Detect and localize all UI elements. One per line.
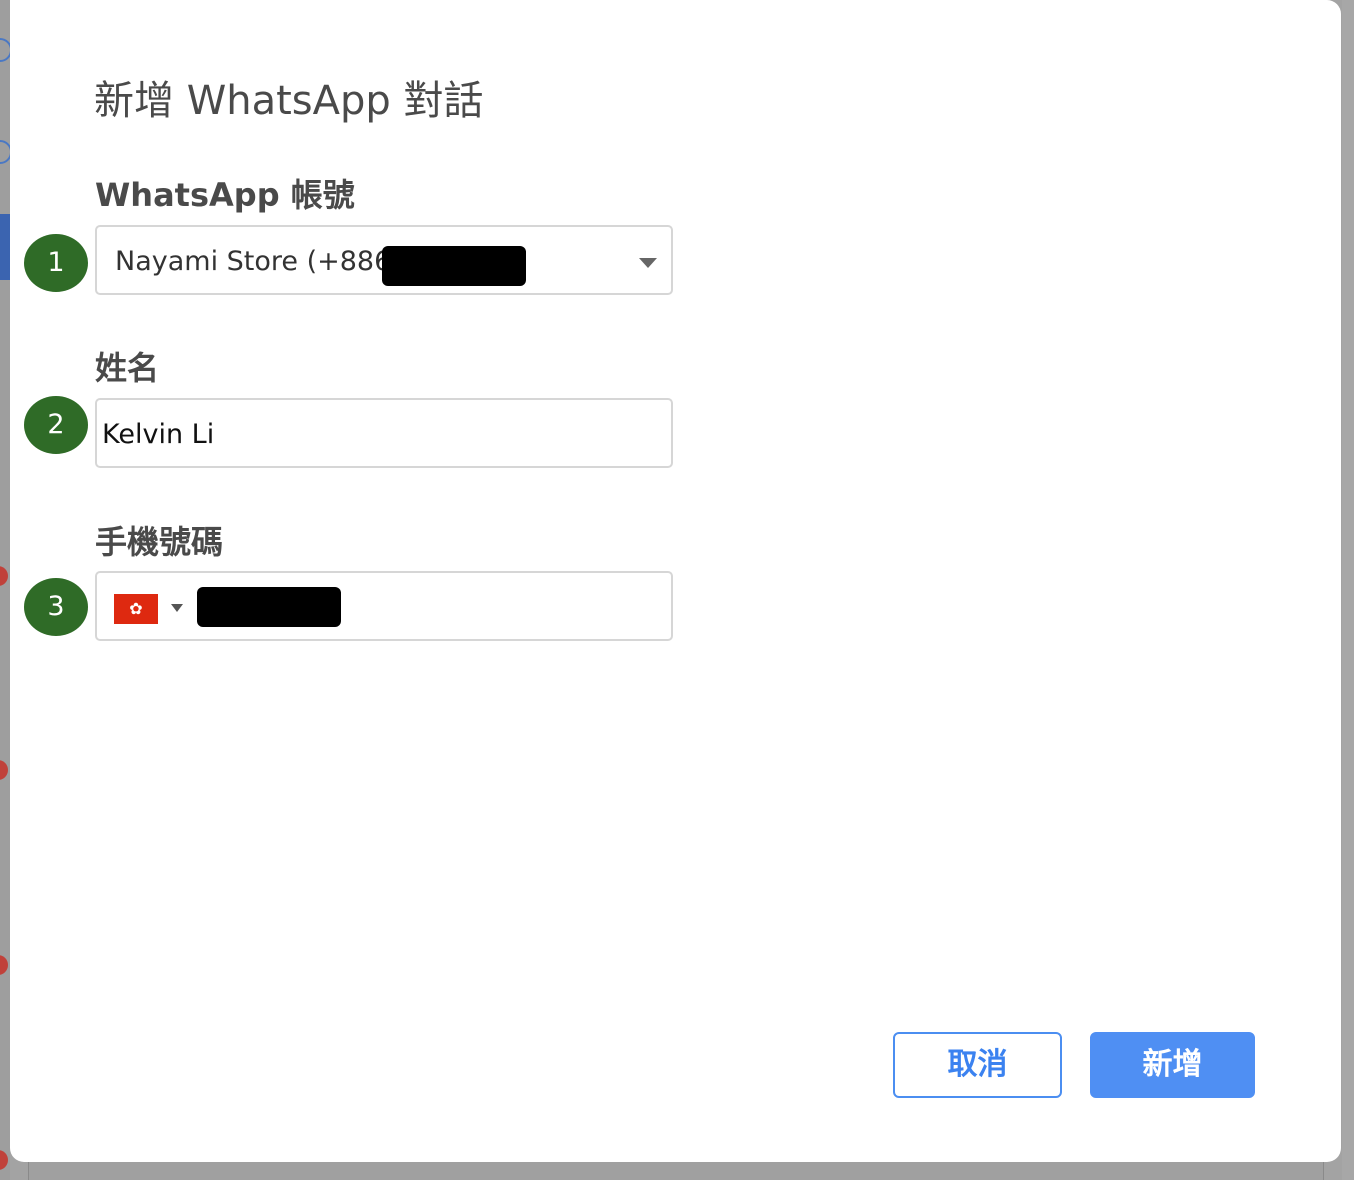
dialog-title: 新增 WhatsApp 對話 [94, 78, 484, 124]
hong-kong-flag-icon[interactable]: ✿ [114, 594, 158, 624]
country-dropdown-chevron-icon[interactable] [171, 604, 183, 612]
name-input[interactable]: Kelvin Li [95, 398, 673, 468]
account-label: WhatsApp 帳號 [95, 176, 355, 214]
background-left-strip [0, 0, 10, 1180]
step-badge-3: 3 [24, 578, 88, 636]
step-badge-2: 2 [24, 396, 88, 454]
step-badge-1: 1 [24, 234, 88, 292]
redaction-box [197, 587, 341, 627]
new-whatsapp-conversation-dialog: 新增 WhatsApp 對話 WhatsApp 帳號 1 Nayami Stor… [10, 0, 1341, 1162]
background-selected-tab [0, 214, 10, 280]
phone-label: 手機號碼 [95, 523, 224, 561]
add-button[interactable]: 新增 [1090, 1032, 1255, 1098]
name-input-value: Kelvin Li [102, 419, 215, 450]
phone-input[interactable]: ✿ [95, 571, 673, 641]
background-bottom-bar [28, 1162, 1324, 1180]
chevron-down-icon[interactable] [639, 258, 657, 268]
background-right-strip [1342, 0, 1354, 1180]
redaction-box [382, 246, 526, 286]
account-select[interactable]: Nayami Store (+886 [95, 225, 673, 295]
cancel-button[interactable]: 取消 [893, 1032, 1062, 1098]
name-label: 姓名 [95, 349, 160, 387]
account-select-value: Nayami Store (+886 [115, 246, 392, 277]
